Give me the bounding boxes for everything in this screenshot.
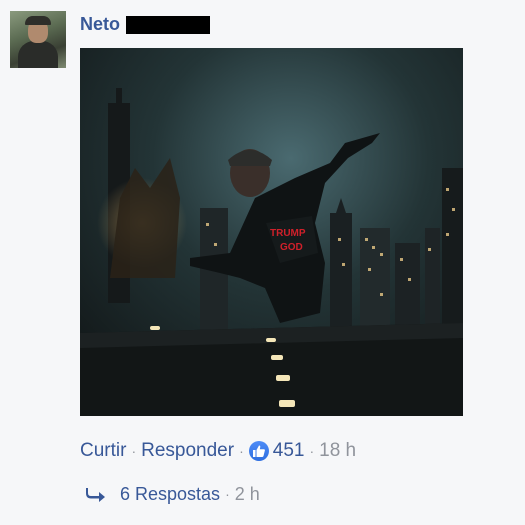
- reply-button[interactable]: Responder: [141, 440, 234, 462]
- comment-timestamp[interactable]: 18 h: [319, 440, 356, 462]
- avatar-body: [18, 41, 58, 68]
- separator: ·: [309, 443, 315, 459]
- separator: ·: [225, 486, 230, 502]
- comment-photo[interactable]: TRUMP GOD: [80, 48, 463, 416]
- replies-count-label[interactable]: 6 Respostas: [120, 484, 220, 505]
- author-name[interactable]: Neto: [80, 14, 120, 35]
- avatar-cap: [25, 16, 51, 25]
- replies-timestamp: 2 h: [234, 483, 260, 504]
- shirt-text-2: GOD: [280, 242, 303, 253]
- reply-arrow-icon: [86, 488, 105, 502]
- like-button[interactable]: Curtir: [80, 440, 126, 462]
- view-replies-link[interactable]: 6 Respostas · 2 h: [86, 482, 260, 506]
- separator: ·: [131, 443, 137, 459]
- photo-scene: TRUMP GOD: [80, 48, 463, 416]
- like-thumb-icon[interactable]: [248, 441, 269, 461]
- comment-actions: Curtir · Responder · 451 · 18 h: [80, 439, 356, 463]
- shirt-text-1: TRUMP: [270, 228, 306, 239]
- separator: ·: [239, 443, 244, 459]
- avatar[interactable]: [10, 11, 66, 68]
- comment-author[interactable]: Neto: [80, 14, 210, 35]
- redacted-surname: [126, 15, 210, 34]
- reaction-count[interactable]: 451: [273, 440, 305, 462]
